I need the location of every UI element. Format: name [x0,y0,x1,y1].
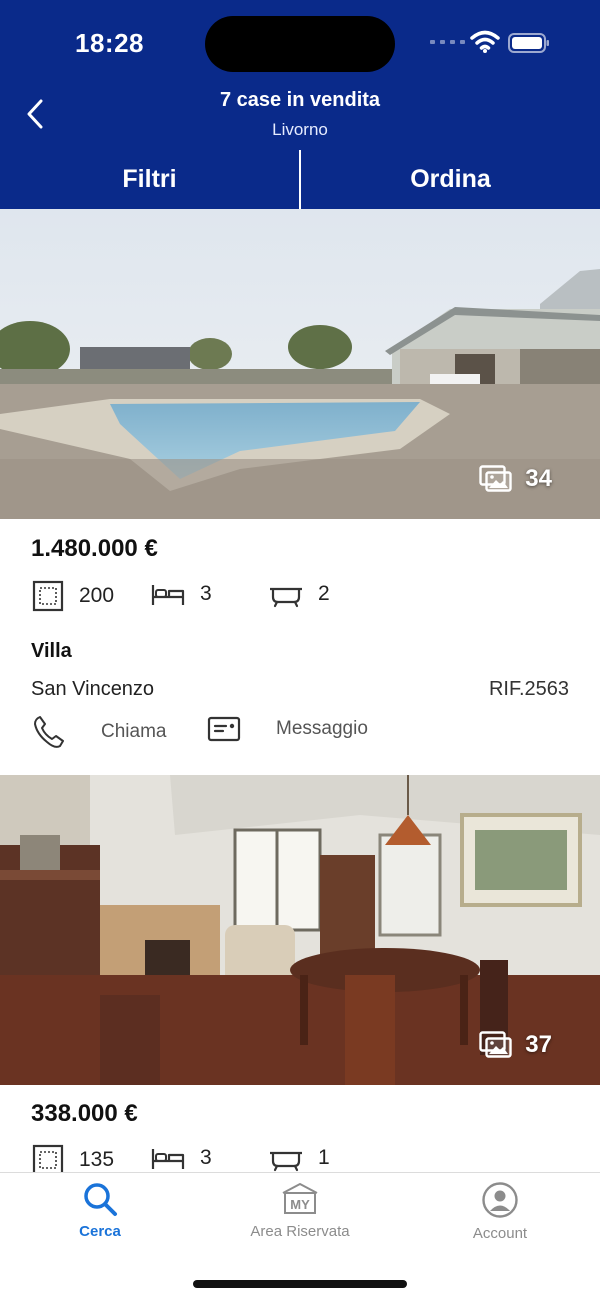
bathrooms-value: 1 [318,1146,330,1169]
message-icon [207,716,241,742]
tab-account[interactable]: Account [400,1181,600,1261]
tab-area-riservata[interactable]: MY Area Riservata [200,1181,400,1261]
bedrooms-value: 3 [200,1146,212,1169]
account-icon [482,1182,518,1218]
my-area-icon: MY [282,1183,318,1214]
search-icon [84,1183,117,1216]
bathrooms-value: 2 [318,582,330,605]
message-label: Messaggio [276,718,368,739]
feature-bathrooms: 1 [268,1143,330,1173]
area-value: 200 [79,584,115,607]
call-label: Chiama [101,721,167,742]
message-button[interactable]: Messaggio [206,714,368,744]
bathtub-icon [270,587,302,608]
bedrooms-value: 3 [200,582,212,605]
tab-search[interactable]: Cerca [0,1181,200,1261]
listing-reference: RIF.2563 [488,678,569,700]
photo-gallery-icon [479,1031,512,1058]
page-title: 7 case in vendita [219,89,381,111]
tab-label: Area Riservata [250,1223,350,1240]
area-icon [32,580,64,612]
photo-count-value: 37 [525,1031,552,1058]
home-indicator[interactable] [193,1280,407,1288]
dynamic-island [205,16,395,72]
battery-icon [508,33,549,53]
feature-bedrooms: 3 [150,1143,212,1173]
listing-price: 338.000 € [31,1100,138,1127]
call-button[interactable]: Chiama [31,714,166,750]
filter-sort-bar: Filtri Ordina [0,150,600,209]
photo-count-value: 34 [525,465,552,492]
app-header: 18:28 7 case in vendita Livorno Filtri O… [0,0,600,209]
feature-area: 200 [31,579,114,613]
sort-button[interactable]: Ordina [301,150,600,209]
chevron-left-icon [27,99,43,129]
area-value: 135 [79,1148,115,1171]
my-badge-text: MY [290,1197,310,1212]
cellular-signal-icon [430,40,465,44]
phone-icon [34,716,64,748]
filters-button[interactable]: Filtri [0,150,299,209]
bathtub-icon [270,1151,302,1172]
page-subtitle: Livorno [272,120,328,139]
listing-type: Villa [31,640,72,662]
tab-label: Account [472,1225,528,1242]
back-button[interactable] [14,92,58,136]
photo-count: 34 [479,465,552,493]
status-time: 18:28 [75,28,144,58]
photo-gallery-icon [479,465,512,492]
feature-bathrooms: 2 [268,579,330,609]
photo-count: 37 [479,1031,552,1059]
status-bar: 18:28 [0,0,600,90]
listing-price: 1.480.000 € [31,535,158,562]
listing-features: 200 3 2 [31,579,571,613]
feature-bedrooms: 3 [150,579,212,609]
bed-icon [151,585,185,605]
listing-actions: Chiama Messaggio [31,714,571,754]
bed-icon [151,1149,185,1169]
listing-photo[interactable]: 34 [0,209,600,519]
tab-label: Cerca [79,1223,121,1240]
wifi-icon [470,30,500,53]
listing-location: San Vincenzo [31,678,155,700]
listing-photo[interactable]: 37 [0,775,600,1085]
